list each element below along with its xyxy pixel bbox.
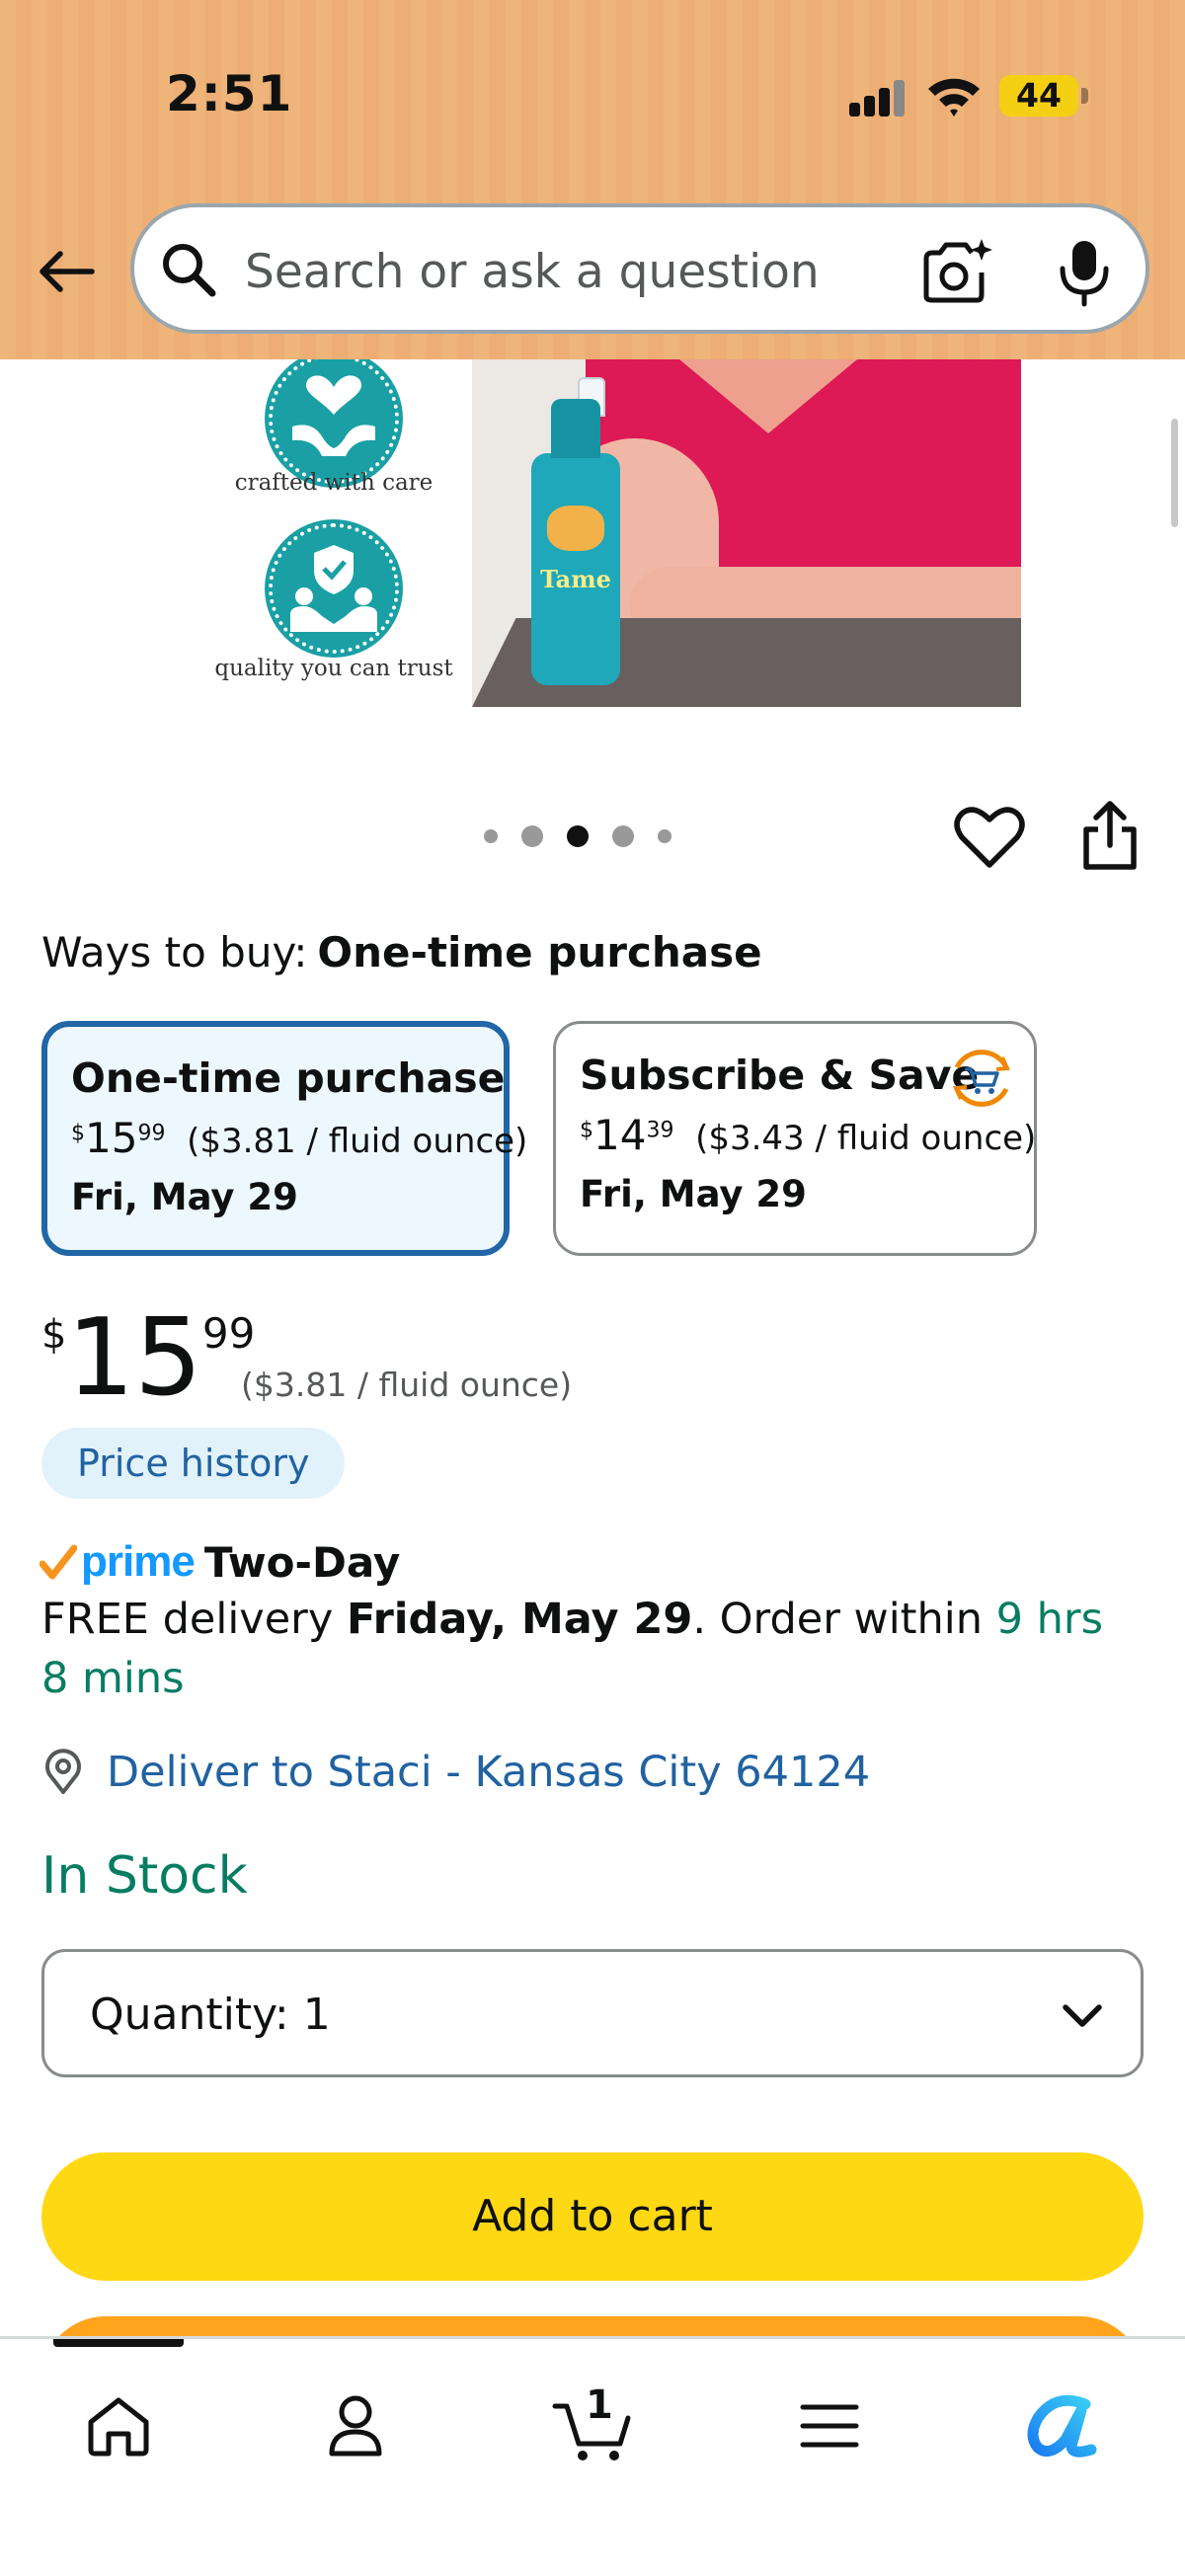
product-price: $1599 <box>41 1296 256 1420</box>
search-icon <box>163 244 216 297</box>
carousel-dot[interactable] <box>484 829 498 843</box>
carousel-dot[interactable] <box>658 829 672 843</box>
product-brand-label: Tame <box>540 565 611 593</box>
account-icon <box>329 2395 382 2457</box>
nav-cart[interactable]: 1 <box>543 2377 642 2475</box>
search-input[interactable]: Search or ask a question <box>245 245 820 299</box>
trust-badge-icon <box>269 523 399 654</box>
deliver-to-link[interactable]: Deliver to Staci - Kansas City 64124 <box>41 1748 870 1797</box>
wifi-icon <box>928 78 980 117</box>
one-time-purchase-option[interactable]: One-time purchase $1599 ($3.81 / fluid o… <box>41 1021 528 1256</box>
cart-count-badge: 1 <box>586 2382 613 2428</box>
quantity-label: Quantity: 1 <box>90 1990 331 2040</box>
app-header: 2:51 44 Search or ask a question <box>0 0 1185 359</box>
nav-rufus[interactable] <box>1015 2377 1114 2475</box>
cellular-signal-icon <box>849 79 905 117</box>
badge-label: crafted with care <box>234 470 434 496</box>
subscribe-cart-icon <box>953 1050 1010 1107</box>
location-pin-icon <box>45 1749 81 1794</box>
delivery-date: Friday, May 29 <box>346 1595 693 1644</box>
ways-to-buy-heading: Ways to buy: One-time purchase <box>41 928 762 976</box>
active-tab-indicator <box>53 2339 184 2347</box>
prime-logo-text: prime <box>81 1537 196 1586</box>
carousel-dot[interactable] <box>521 825 543 847</box>
search-bar[interactable]: Search or ask a question <box>130 203 1149 334</box>
nav-home[interactable] <box>69 2377 168 2475</box>
prime-badge: prime Two-Day <box>40 1536 400 1588</box>
rufus-ai-icon <box>1027 2394 1097 2458</box>
camera-search-icon[interactable] <box>920 237 993 306</box>
product-photo: Tame <box>472 359 1021 707</box>
badge-label: quality you can trust <box>214 656 453 681</box>
care-badge-icon <box>269 359 399 484</box>
option-delivery-date: Fri, May 29 <box>580 1173 807 1215</box>
carousel-dot-active[interactable] <box>567 825 589 847</box>
option-price: $1439 ($3.43 / fluid ounce) <box>580 1111 1037 1159</box>
unit-price: ($3.81 / fluid ounce) <box>241 1366 573 1404</box>
add-to-cart-button[interactable]: Add to cart <box>41 2152 1144 2281</box>
product-image[interactable]: crafted with care quality you can trust … <box>0 359 1185 727</box>
scrollbar[interactable] <box>1171 419 1178 527</box>
quantity-value: 1 <box>302 1990 331 2040</box>
nav-account[interactable] <box>306 2377 405 2475</box>
option-title: One-time purchase <box>71 1054 506 1102</box>
option-title: Subscribe & Save <box>580 1052 980 1099</box>
home-icon <box>88 2397 149 2457</box>
carousel-dot[interactable] <box>612 825 634 847</box>
back-button[interactable] <box>32 237 101 306</box>
nav-menu[interactable] <box>780 2377 879 2475</box>
share-icon[interactable] <box>1080 800 1140 871</box>
option-price: $1599 ($3.81 / fluid ounce) <box>71 1114 528 1162</box>
menu-icon <box>800 2404 859 2448</box>
status-time: 2:51 <box>166 65 293 122</box>
battery-indicator: 44 <box>999 75 1088 117</box>
option-unit-price: ($3.81 / fluid ounce) <box>187 1122 528 1161</box>
deliver-to-text: Deliver to Staci - Kansas City 64124 <box>107 1748 871 1797</box>
quantity-selector[interactable]: Quantity: 1 <box>41 1949 1144 2077</box>
prime-speed: Two-Day <box>203 1537 401 1587</box>
delivery-message: FREE delivery Friday, May 29. Order with… <box>41 1595 1104 1703</box>
option-delivery-date: Fri, May 29 <box>71 1176 298 1218</box>
image-carousel-dots[interactable] <box>484 821 672 851</box>
ways-to-buy-selected: One-time purchase <box>317 928 762 976</box>
price-history-button[interactable]: Price history <box>41 1428 346 1499</box>
stock-status: In Stock <box>41 1846 248 1906</box>
bottom-navigation: 1 <box>0 2336 1185 2576</box>
chevron-down-icon <box>1063 2004 1102 2027</box>
back-arrow-icon <box>40 251 95 292</box>
wishlist-heart-icon[interactable] <box>954 802 1025 871</box>
option-unit-price: ($3.43 / fluid ounce) <box>695 1119 1037 1158</box>
prime-check-icon <box>40 1544 77 1580</box>
ways-to-buy-label: Ways to buy: <box>41 928 308 976</box>
subscribe-save-option[interactable]: Subscribe & Save $1439 ($3.43 / fluid ou… <box>553 1021 1037 1256</box>
microphone-icon[interactable] <box>1055 237 1114 308</box>
